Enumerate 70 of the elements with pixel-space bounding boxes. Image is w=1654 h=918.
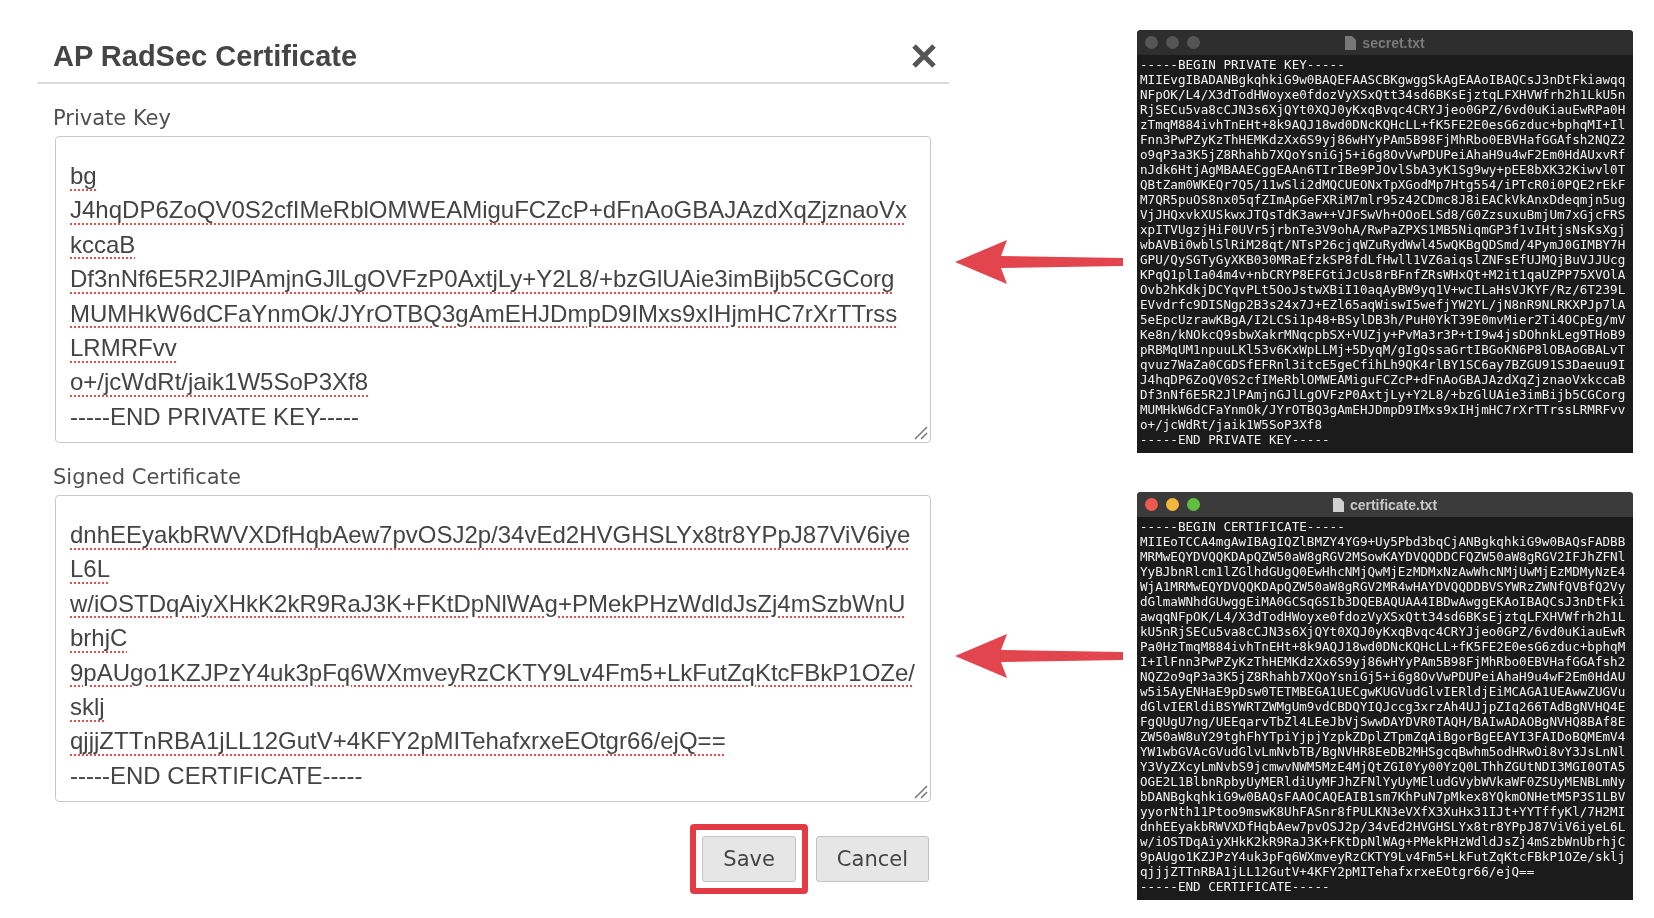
terminal-line: MUMHkW6dCFaYnmOk/JYrOTBQ3gAmEHJDmpD9IMxs9xIHjmHC7rXrTTrssLRMRFvv [1140,402,1626,417]
dialog-title: AP RadSec Certificate [53,39,358,73]
terminal-line: -----BEGIN CERTIFICATE----- [1140,519,1345,534]
terminal-line: Ovb2hKdkjDCYqvPLt5OoJstwXBiI10aqAyBW9yq1V+wcILaHsVJKYF/Rz/6T239L [1140,282,1626,297]
terminal-line: 5eEpcUzrawKBgA/I2LCSi1p48+BSylDB3h/PuH0YkT39E0mvMier2Ti4OCpEg/mV [1140,312,1626,327]
terminal-line: NQZ2o9qP3a3K5jZ8Rhahb7XQoYsniGj5+i6g8OvVwPDUPeiAhaH9u4wF2Em0HdAU [1140,669,1626,684]
terminal-line: WjA1MRMwEQYDVQQKDApQZW50aW8gRGV2MR4wHAYDVQQDDBVSYWRzZWNfQVBfQ2Vy [1140,579,1626,594]
terminal-line: -----END CERTIFICATE----- [1140,879,1330,894]
window-control-icon[interactable] [1166,498,1179,511]
terminal-line: NFpOK/L4/X3dTodHWoyxe0fdozVyXSxQtt34sd6BKsEjztqLFXHVWfrh2h1LkU5n [1140,87,1626,102]
window-control-icon[interactable] [1145,498,1158,511]
cancel-button[interactable]: Cancel [815,836,929,882]
terminal-line: qjjjZTTnRBA1jLL12GutV+4KFY2pMITehafxrxeEOtgr66/ejQ== [1140,864,1535,879]
terminal-line: MIIEvgIBADANBgkqhkiG9w0BAQEFAASCBKgwggSkAgEAAoIBAQCsJ3nDtFkiawqq [1140,72,1626,87]
terminal-line: YW1wbGVAcGVudGlvLmNvbTB/BgNVHR8EeDB2MHSgcqBwhm5odHRwOi8vY3JsLnNl [1140,744,1626,759]
terminal-line: QBtZam0WKEQr7Q5/11wSli2dMQCUEONxTpXGodMp7Htg554/iPTcR0i0PQE2rEkF [1140,177,1626,192]
terminal-line: w/iOSTDqAiyXHkK2kR9RaJ3K+FKtDpNlWAg+PMekPHzWdldJsZj4mSzbWnUbrhjC [1140,834,1626,849]
terminal-line: w5i5AyENHaE9pDsw0TETMBEGA1UECgwKUGVudGlvIERldjEiMCAGA1UEAwwZUGVu [1140,684,1626,699]
terminal-line: o+/jcWdRt/jaik1W5SoP3Xf8 [1140,417,1322,432]
terminal-line: qvuz7WaZa0CGDSfEFRnl3itcE5geCfihLh9QK4rlBY1SC6ay7BZGU91S3Daeuu9I [1140,357,1626,372]
terminal-line: yyorNth11Ptoo9mswK8UhFASnr8fPULKN3eVXfX3XuHx31IJt+YYTffyKl/7H2MI [1140,804,1626,819]
document-icon [1345,35,1357,50]
terminal-line: Y3VyZXcyLmNvbS9jcmwvNWM5MzE4MjQtZGI0Yy00YzQ0LThhZGUtNDI3MGI0OTA5 [1140,759,1626,774]
resize-grip-icon[interactable] [912,783,928,799]
terminal-line: 9pAUgo1KZJPzY4uk3pFq6WXmveyRzCKTY9Lv4Fm5+LkFutZqKtcFBkP1OZe/sklj [1140,849,1626,864]
terminal-line: o9qP3a3K5jZ8Rhahb7XQoYsniGj5+i6g8OvVwPDUPeiAhaH9u4wF2Em0HdAUxvRf [1140,147,1626,162]
close-button[interactable] [911,43,937,69]
terminal-line: pRBMqUM1npuuLKl53v6KxWpLLMj+5DyqM/gIgQssaGrtIBGoKN6P8lOBAoGBALvT [1140,342,1626,357]
terminal-line: Df3nNf6E5R2JlPAmjnGJlLgOVFzP0AxtjLy+Y2L8/+bzGlUAie3imBijb5CGCorg [1140,387,1626,402]
terminal-line: GPU/QySGTyGyXKB030MRaEfzkSP8fdLfHwll1VZ6aiqslZNFsEfUJMQjBuVJJUcg [1140,252,1626,267]
terminal-line: bDANBgkqhkiG9w0BAQsFAAOCAQEAIB1sm7KhPuN7pMkex8YQkmONHetM5P3S1LBV [1140,789,1626,804]
terminal-line: RjSECu5va8cCJN3s6XjQYt0XQJ0yKxqBvqc4CRYJjeo0GPZ/6vd0uKiauEwRPa0H [1140,102,1626,117]
terminal-line: nJdk6HtjAgMBAAECggEAAn6TIrIBe9PJOvlSbA3yK1Sg9wy+pEE8bXK32Kiwvl0T [1140,162,1626,177]
window-control-icon[interactable] [1187,498,1200,511]
arrow-icon [955,240,1125,284]
terminal-line: awqqNFpOK/L4/X3dTodHWoyxe0fdozVyXSxQtt34sd6BKsEjztqLFXHVWfrh2h1L [1140,609,1626,624]
terminal-line: dnhEEyakbRWVXDfHqbAew7pvOSJ2p/34vEd2HVGHSLYx8tr8YPpJ87ViV6iyeL6L [1140,819,1626,834]
terminal-line: wbAVBi0wblSlRiM28qt/NTsP26cjqWZuRydWwl45wQKBgQDSmd/4PymJ0GIMBY7H [1140,237,1626,252]
field-label: Signed Certificate [53,465,242,491]
terminal-line: ZW50aW8uY29tghFhYTpiYjpjYzpkZDplZTpmZqAiBgorBgEEAYI3FAIDoBQMEmV4 [1140,729,1626,744]
text-area[interactable]: bg J4hqDP6ZoQV0S2cfIMeRblOMWEAMiguFCZcP+dFnAoGBAJAzdXqZjznaoVx kccaB Df3nNf6E5R2JlPAmjnGJlLgOVFzP0AxtjLy+Y2L8/+bzGlUAie3imBijb5CGCorg MUMHkW6dCFaYnmOk/JYrOTBQ3gAmEHJDmpD9IMxs9xIHjmHC7rXrTTrss LRMRFvv o+/jcWdRt/jaik1W5SoP3Xf8 -----END PRIVATE KEY----- [55,136,931,443]
terminal-line: J4hqDP6ZoQV0S2cfIMeRblOMWEAMiguFCZcP+dFnAoGBAJAzdXqZjznaoVxkccaB [1140,372,1626,387]
terminal-line: MIIEoTCCA4mgAwIBAgIQZlBMZY4YG9+Uy5Pbd3bqCjANBgkqhkiG9w0BAQsFADBB [1140,534,1626,549]
arrow-icon [955,634,1125,678]
terminal-line: KPqQ1plIa04m4v+nbCRYP8EFGtiJcUs8rBFnfZRsWHxQt+M2it1qaUZPP75XVOlA [1140,267,1626,282]
window-title: certificate.txt [1349,496,1438,513]
text-area[interactable]: dnhEEyakbRWVXDfHqbAew7pvOSJ2p/34vEd2HVGHSLYx8tr8YPpJ87ViV6iye L6L w/iOSTDqAiyXHkK2kR9RaJ3K+FKtDpNlWAg+PMekPHzWdldJsZj4mSzbWnU brhjC 9pAUgo1KZJPzY4uk3pFq6WXmveyRzCKTY9Lv4Fm5+LkFutZqKtcFBkP1OZe/ sklj qjjjZTTnRBA1jLL12GutV+4KFY2pMITehafxrxeEOtgr66/ejQ== -----END CERTIFICATE----- [55,495,931,802]
terminal-line: zTmqM884ivhTnEHt+8k9AQJ18wd0DNcKQHcLL+fK5FE2E0esG6zduc+bphqMI+Il [1140,117,1626,132]
window-title: secret.txt [1362,34,1425,51]
terminal-line: Fnn3PwPZyKzThHEMKdzXx6S9yj86wHYyPAm5B98FjMhRbo0EBVHafGGAfsh2NQZ2 [1140,132,1626,147]
terminal-line: -----BEGIN PRIVATE KEY----- [1140,57,1345,72]
terminal-line: dGlmaWNhdGUwggEiMA0GCSqGSIb3DQEBAQUAA4IBDwAwggEKAoIBAQCsJ3nDtFki [1140,594,1626,609]
document-icon [1332,497,1344,512]
terminal-line: EVvdrfc9DISNgp2B3s24x7J+EZl65aqWiswI5wefjYW2YL/jN8nR9NLRKXPJp7lA [1140,297,1626,312]
terminal-line: YyBJbnRlcm1lZGlhdGUgQ0EwHhcNMjQwMjEzMDMxNzAwWhcNMjUwMjEzMDMyNzE4 [1140,564,1626,579]
terminal-line: dGlvIERldiBSYWRTZWMgUm9vdCBDQYIQJccg3xrzAh4UJjpZIq266TAdBgNVHQ4E [1140,699,1626,714]
terminal-line: Ke8n/kNOkcQ9sbwXakrMNqcpbSX+VUZjy+PvMa3r3P+tI9w4jsDOhnkLeg9THoB9 [1140,327,1626,342]
save-button[interactable]: Save [702,836,796,882]
terminal-line: xpITVUgzjHiF0UVr5jrbnTe3V9ohA/RwPaZPXS1MB5NiqmGP3f1vIHtjsNsKsXgj [1140,222,1626,237]
field-label: Private Key [53,106,172,132]
terminal-line: MRMwEQYDVQQKDApQZW50aW8gRGV2MSowKAYDVQQDDCFQZW50aW8gRGV2IFJhZFNl [1140,549,1626,564]
terminal-line: FgQUgU7ng/UEEqarvTbZl4LEeJbVjSwwDAYDVR0TAQH/BAIwADAOBgNVHQ8BAf8E [1140,714,1626,729]
resize-grip-icon[interactable] [912,424,928,440]
terminal-line: -----END PRIVATE KEY----- [1140,432,1330,447]
terminal-line: kU5nRjSECu5va8cCJN3s6XjQYt0XQJ0yKxqBvqc4CRYJjeo0GPZ/6vd0uKiauEwR [1140,624,1626,639]
terminal-line: VjJHQxvkXUSkwxJTQsTdK3aw++VJFSwVh+OOoELSd8/G0ZzsuxuBmjUm7xGjcFRS [1140,207,1626,222]
terminal-line: Pa0HzTmqM884ivhTnEHt+8k9AQJ18wd0DNcKQHcLL+fK5FE2E0esG6zduc+bphqM [1140,639,1626,654]
terminal-line: M7QR5puOS8nx05qfZImApGeFXRiM7mlr95z42CDmc8J8iEACkVkAnxDdeqmjn5ug [1140,192,1626,207]
terminal-line: I+IlFnn3PwPZyKzThHEMKdzXx6S9yj86wHYyPAm5B98FjMhRbo0EBVHafGGAfsh2 [1140,654,1626,669]
terminal-line: OGE2L1BlbnRpbyUyMERldiUyMFJhZFNlYyUyMEludGVybWVkaWF0ZSUyMENBLmNy [1140,774,1626,789]
